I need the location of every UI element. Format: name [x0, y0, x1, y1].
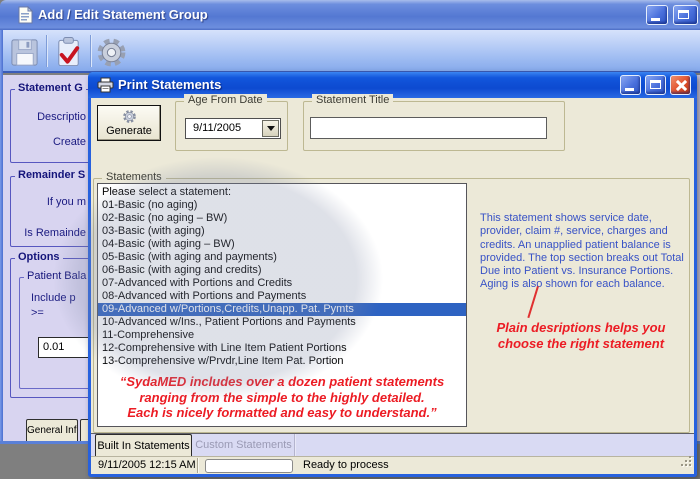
list-item[interactable]: 01-Basic (no aging) [98, 199, 466, 212]
print-statements-dialog: Print Statements Generate Age From Date … [88, 72, 697, 477]
screenshot-root: Add / Edit Statement Group [0, 0, 700, 479]
statement-group-box-title: Statement G [15, 82, 86, 94]
description-label: Descriptio [0, 111, 86, 123]
printer-icon [97, 77, 114, 98]
remainder-group-box-title: Remainder S [15, 169, 88, 181]
age-from-date-value: 9/11/2005 [193, 119, 241, 138]
list-item[interactable]: 08-Advanced with Portions and Payments [98, 290, 466, 303]
gear-icon [122, 109, 137, 124]
list-item[interactable]: 05-Basic (with aging and payments) [98, 251, 466, 264]
status-message: Ready to process [303, 457, 389, 474]
statement-title-label: Statement Title [312, 94, 393, 106]
tab-custom-statements[interactable]: Custom Statements [193, 434, 295, 457]
minimize-icon [651, 18, 660, 21]
toolbar-separator [90, 35, 91, 67]
annotation-quote: “SydaMED includes over a dozen patient s… [97, 374, 467, 421]
save-floppy-icon [9, 37, 40, 68]
combobox-dropdown-button[interactable] [262, 120, 279, 137]
if-you-label: If you m [0, 196, 86, 208]
dialog-content: Generate Age From Date 9/11/2005 Stateme… [91, 98, 694, 474]
parent-window-title: Add / Edit Statement Group [38, 0, 208, 30]
gte-label: >= [31, 307, 44, 319]
save-button[interactable] [5, 34, 43, 70]
include-label: Include p [31, 292, 76, 304]
age-from-date-label: Age From Date [184, 94, 267, 106]
dialog-statusbar: 9/11/2005 12:15 AM Ready to process [91, 456, 694, 474]
list-item[interactable]: 07-Advanced with Portions and Credits [98, 277, 466, 290]
resize-grip-icon[interactable] [680, 454, 692, 472]
generate-button-label: Generate [106, 125, 152, 137]
is-remainder-label: Is Remainde [0, 227, 86, 239]
statement-title-group: Statement Title [303, 101, 565, 151]
dialog-minimize-button[interactable] [620, 75, 641, 95]
clipboard-check-icon [53, 36, 84, 68]
tab-general-info[interactable]: General Info [26, 419, 78, 441]
close-icon [676, 80, 687, 91]
list-item[interactable]: 06-Basic (with aging and credits) [98, 264, 466, 277]
dialog-tabstrip: Built In Statements Custom Statements [91, 433, 694, 456]
progress-bar [205, 459, 293, 473]
parent-maximize-button[interactable] [673, 5, 698, 25]
amount-input[interactable]: 0.01 [38, 337, 92, 358]
verify-button[interactable] [49, 34, 87, 70]
options-group-box-title: Options [15, 251, 63, 263]
parent-minimize-button[interactable] [646, 5, 668, 25]
parent-titlebar: Add / Edit Statement Group [0, 0, 700, 30]
settings-button[interactable] [92, 34, 130, 70]
generate-button[interactable]: Generate [97, 105, 161, 141]
dialog-close-button[interactable] [670, 75, 691, 95]
list-item[interactable]: 11-Comprehensive [98, 329, 466, 342]
document-icon [17, 6, 33, 29]
maximize-icon [678, 10, 689, 19]
statement-description: This statement shows service date, provi… [480, 212, 690, 292]
list-item[interactable]: 03-Basic (with aging) [98, 225, 466, 238]
list-item[interactable]: 10-Advanced w/Ins., Patient Portions and… [98, 316, 466, 329]
patient-balance-title: Patient Bala [24, 270, 89, 282]
age-from-date-group: Age From Date 9/11/2005 [175, 101, 288, 151]
statement-title-input[interactable] [310, 117, 547, 139]
toolbar-separator [46, 35, 47, 67]
age-from-date-combobox[interactable]: 9/11/2005 [185, 118, 281, 139]
list-item[interactable]: Please select a statement: [98, 186, 466, 199]
tab-built-in-statements[interactable]: Built In Statements [95, 434, 192, 457]
annotation-right-note: Plain desriptions helps you choose the r… [479, 320, 683, 352]
list-item[interactable]: 12-Comprehensive with Line Item Patient … [98, 342, 466, 355]
dialog-maximize-button[interactable] [645, 75, 666, 95]
list-item[interactable]: 04-Basic (with aging – BW) [98, 238, 466, 251]
statement-group-box: Statement G [10, 89, 95, 163]
status-timestamp: 9/11/2005 12:15 AM [98, 457, 196, 474]
gear-icon [95, 36, 128, 69]
minimize-icon [625, 88, 634, 91]
created-label: Create [0, 136, 86, 148]
list-item[interactable]: 02-Basic (no aging – BW) [98, 212, 466, 225]
statements-label: Statements [102, 171, 166, 183]
list-item-selected[interactable]: 09-Advanced w/Portions,Credits,Unapp. Pa… [98, 303, 466, 316]
list-item[interactable]: 13-Comprehensive w/Prvdr,Line Item Pat. … [98, 355, 466, 368]
statusbar-separator [197, 458, 198, 473]
chevron-down-icon [267, 126, 275, 131]
maximize-icon [650, 80, 661, 89]
parent-toolbar [0, 30, 700, 73]
